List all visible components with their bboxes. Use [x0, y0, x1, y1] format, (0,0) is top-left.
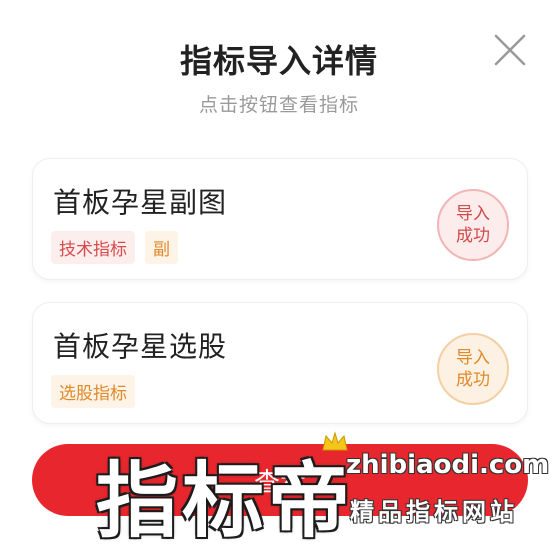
stamp-line-2: 成功: [456, 226, 490, 246]
tag-list: 选股指标: [51, 375, 135, 408]
indicator-name: 首板孕星副图: [53, 186, 228, 219]
import-success-stamp: 导入 成功: [437, 189, 509, 261]
tag-stock-selection: 选股指标: [51, 375, 135, 408]
import-details-dialog: 指标导入详情 点击按钮查看指标 首板孕星副图 技术指标 副 导入 成功 首板孕星…: [0, 0, 558, 552]
tag-sub: 副: [145, 231, 178, 264]
indicator-card[interactable]: 首板孕星选股 选股指标 导入 成功: [32, 302, 528, 424]
dialog-title: 指标导入详情: [179, 42, 378, 80]
close-icon[interactable]: [490, 30, 530, 70]
stamp-line-1: 导入: [456, 204, 490, 224]
view-button-label: 查看: [253, 467, 306, 498]
tag-list: 技术指标 副: [51, 231, 178, 264]
import-success-stamp: 导入 成功: [437, 333, 509, 405]
dialog-subtitle: 点击按钮查看指标: [198, 94, 359, 116]
indicator-name: 首板孕星选股: [53, 330, 228, 363]
view-button[interactable]: 查看: [32, 444, 528, 516]
stamp-line-2: 成功: [456, 370, 490, 390]
indicator-card[interactable]: 首板孕星副图 技术指标 副 导入 成功: [32, 158, 528, 280]
stamp-line-1: 导入: [456, 348, 490, 368]
tag-technical: 技术指标: [51, 231, 135, 264]
